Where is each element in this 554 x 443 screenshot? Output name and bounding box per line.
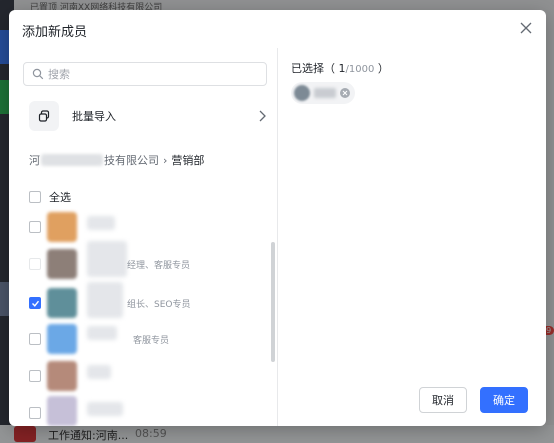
search-input[interactable] [48, 67, 248, 81]
search-icon [32, 68, 44, 80]
member-checkbox[interactable] [29, 258, 41, 270]
redacted-text [41, 154, 103, 166]
selected-max: /1000 [345, 64, 375, 75]
selected-number: 1 [338, 62, 346, 75]
check-icon [31, 300, 39, 307]
member-name [87, 241, 127, 277]
avatar [47, 212, 77, 242]
member-row[interactable]: 客服专员 [29, 324, 269, 354]
dialog-title: 添加新成员 [22, 25, 88, 40]
select-all-checkbox[interactable] [29, 191, 41, 203]
add-member-dialog: 添加新成员 批量导入 河 技有限公司 › 营销部 全选 [9, 10, 546, 426]
member-row[interactable] [29, 212, 269, 242]
member-name [87, 365, 111, 379]
member-checkbox[interactable] [29, 297, 41, 309]
member-name [87, 216, 115, 230]
member-row[interactable] [29, 396, 269, 426]
avatar [47, 249, 77, 279]
avatar [47, 288, 77, 318]
member-name [87, 402, 123, 416]
bulk-import-label: 批量导入 [72, 110, 116, 123]
pane-divider [277, 48, 278, 426]
select-all-label: 全选 [49, 191, 71, 204]
member-row[interactable]: 组长、SEO专员 [29, 282, 269, 318]
chevron-right-icon [259, 110, 266, 122]
selected-member-chip [291, 82, 355, 104]
selected-member-name [314, 88, 336, 98]
breadcrumb-company-prefix[interactable]: 河 [29, 152, 40, 168]
member-row[interactable]: 经理、客服专员 [29, 241, 269, 279]
member-name [87, 282, 123, 318]
close-icon[interactable] [518, 20, 534, 36]
search-box[interactable] [23, 62, 267, 86]
selected-label: 已选择 [291, 62, 324, 75]
cancel-button[interactable]: 取消 [419, 387, 467, 413]
avatar [47, 396, 77, 426]
bulk-import-button[interactable]: 批量导入 [29, 101, 269, 131]
member-name [87, 326, 117, 340]
select-all-row[interactable]: 全选 [29, 182, 269, 212]
list-scrollbar[interactable] [271, 242, 275, 362]
copy-icon [29, 101, 59, 131]
member-checkbox[interactable] [29, 407, 41, 419]
member-role: 经理、客服专员 [127, 261, 191, 271]
member-role: 客服专员 [133, 336, 170, 346]
breadcrumb-company-suffix[interactable]: 技有限公司 [104, 152, 159, 168]
breadcrumb: 河 技有限公司 › 营销部 [29, 152, 204, 168]
member-checkbox[interactable] [29, 221, 41, 233]
avatar [47, 324, 77, 354]
member-checkbox[interactable] [29, 370, 41, 382]
member-checkbox[interactable] [29, 333, 41, 345]
breadcrumb-current: 营销部 [171, 154, 205, 167]
remove-selected-icon[interactable] [340, 88, 350, 98]
member-role: 组长、SEO专员 [127, 300, 191, 310]
breadcrumb-separator-icon: › [163, 153, 168, 167]
avatar [47, 361, 77, 391]
avatar [294, 85, 310, 101]
confirm-button[interactable]: 确定 [480, 387, 528, 413]
selected-count: 已选择（ 1/1000 ） [291, 62, 389, 75]
member-row[interactable] [29, 361, 269, 391]
